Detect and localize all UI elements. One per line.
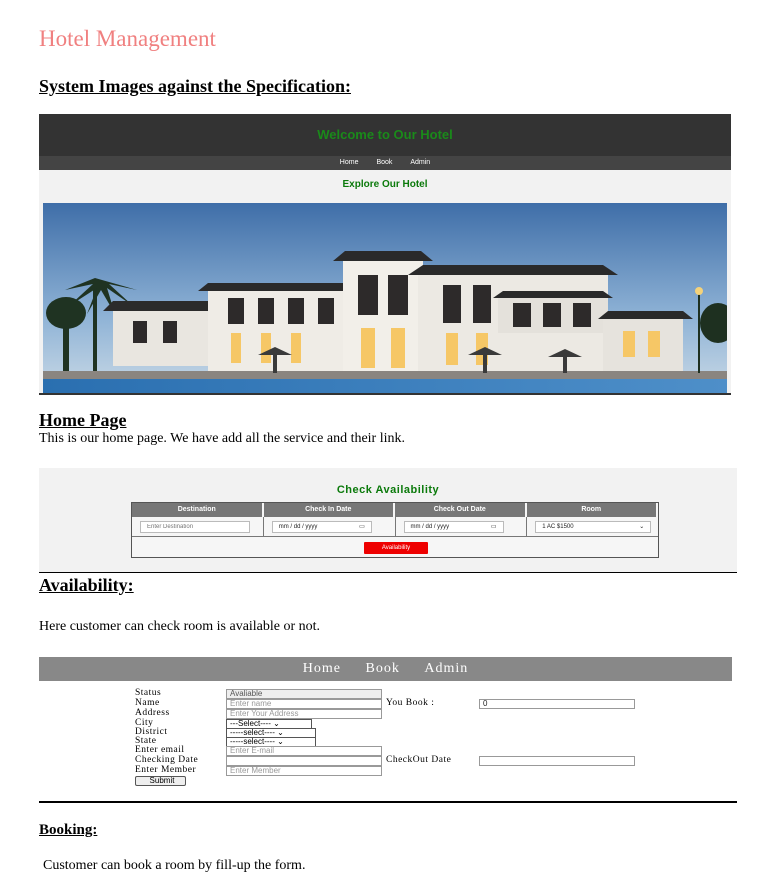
section-heading-specification: System Images against the Specification: xyxy=(39,76,351,96)
column-header-checkin: Check In Date xyxy=(263,503,395,517)
home-description: This is our home page. We have add all t… xyxy=(39,431,406,446)
checkin-date-field[interactable] xyxy=(226,756,382,766)
home-navbar: Home Book Admin xyxy=(39,156,731,170)
check-availability-title: Check Availability xyxy=(336,484,440,496)
checkout-date-input[interactable]: mm / dd / yyyy ▭ xyxy=(403,521,504,533)
room-select-value: 1 AC $1500 xyxy=(542,524,574,530)
member-label: Enter Member xyxy=(135,765,197,775)
name-input[interactable]: Enter name xyxy=(226,699,382,709)
column-header-checkout: Check Out Date xyxy=(395,503,527,517)
status-field: Avaliable xyxy=(226,689,382,699)
calendar-icon: ▭ xyxy=(359,524,365,530)
section-heading-home: Home Page xyxy=(39,410,127,430)
checkin-date-label: Checking Date xyxy=(135,755,199,765)
booking-description: Customer can book a room by fill-up the … xyxy=(43,858,306,873)
address-label: Address xyxy=(135,708,170,718)
checkin-date-value: mm / dd / yyyy xyxy=(278,524,318,530)
state-select-value: -----select---- xyxy=(230,737,275,746)
checkout-date-value: mm / dd / yyyy xyxy=(410,524,450,530)
name-label: Name xyxy=(135,698,160,708)
column-header-room: Room xyxy=(526,503,658,517)
nav-home-link[interactable]: Home xyxy=(303,661,341,676)
checkout-date-field[interactable] xyxy=(479,756,635,766)
room-select[interactable]: 1 AC $1500 ⌄ xyxy=(535,521,652,533)
chevron-down-icon: ⌄ xyxy=(277,737,284,746)
you-book-field[interactable]: 0 xyxy=(479,699,635,709)
booking-navbar: Home Book Admin xyxy=(39,657,732,681)
chevron-down-icon: ⌄ xyxy=(273,719,280,728)
city-select-value: ---Select---- xyxy=(230,719,271,728)
you-book-label: You Book : xyxy=(386,698,435,708)
home-page-screenshot: Welcome to Our Hotel Home Book Admin Exp… xyxy=(39,114,731,395)
nav-admin-link[interactable]: Admin xyxy=(424,661,468,676)
section-heading-booking: Booking: xyxy=(39,822,98,838)
nav-admin-link[interactable]: Admin xyxy=(410,159,430,166)
availability-input-row: mm / dd / yyyy ▭ mm / dd / yyyy ▭ 1 AC $15… xyxy=(132,517,658,537)
submit-button[interactable]: Submit xyxy=(135,776,186,786)
district-select-value: -----select---- xyxy=(230,728,275,737)
address-input[interactable]: Enter Your Address xyxy=(226,709,382,719)
status-label: Status xyxy=(135,688,162,698)
column-header-destination: Destination xyxy=(132,503,264,517)
explore-subtitle: Explore Our Hotel xyxy=(342,179,428,190)
nav-book-link[interactable]: Book xyxy=(365,661,399,676)
availability-header-row: Destination Check In Date Check Out Date… xyxy=(132,503,658,517)
document-title: Hotel Management xyxy=(39,26,216,51)
section-divider xyxy=(39,801,737,803)
email-label: Enter email xyxy=(135,745,185,755)
home-welcome-title: Welcome to Our Hotel xyxy=(39,114,731,156)
nav-home-link[interactable]: Home xyxy=(340,159,359,166)
destination-input[interactable] xyxy=(140,521,250,533)
email-input[interactable]: Enter E-mail xyxy=(226,746,382,756)
section-heading-availability: Availability: xyxy=(39,575,134,595)
availability-form: Destination Check In Date Check Out Date… xyxy=(131,502,659,558)
availability-description: Here customer can check room is availabl… xyxy=(39,619,321,634)
chevron-down-icon: ⌄ xyxy=(277,728,284,737)
checkout-date-label: CheckOut Date xyxy=(386,755,452,765)
availability-button[interactable]: Availability xyxy=(364,542,428,554)
checkin-date-input[interactable]: mm / dd / yyyy ▭ xyxy=(271,521,372,533)
chevron-down-icon: ⌄ xyxy=(639,524,645,530)
availability-screenshot: Check Availability Destination Check In … xyxy=(39,468,737,573)
hotel-photo xyxy=(43,203,727,393)
booking-screenshot: Home Book Admin Status Avaliable Name En… xyxy=(39,657,732,787)
member-input[interactable]: Enter Member xyxy=(226,766,382,776)
calendar-icon: ▭ xyxy=(490,524,497,530)
nav-book-link[interactable]: Book xyxy=(376,159,392,166)
